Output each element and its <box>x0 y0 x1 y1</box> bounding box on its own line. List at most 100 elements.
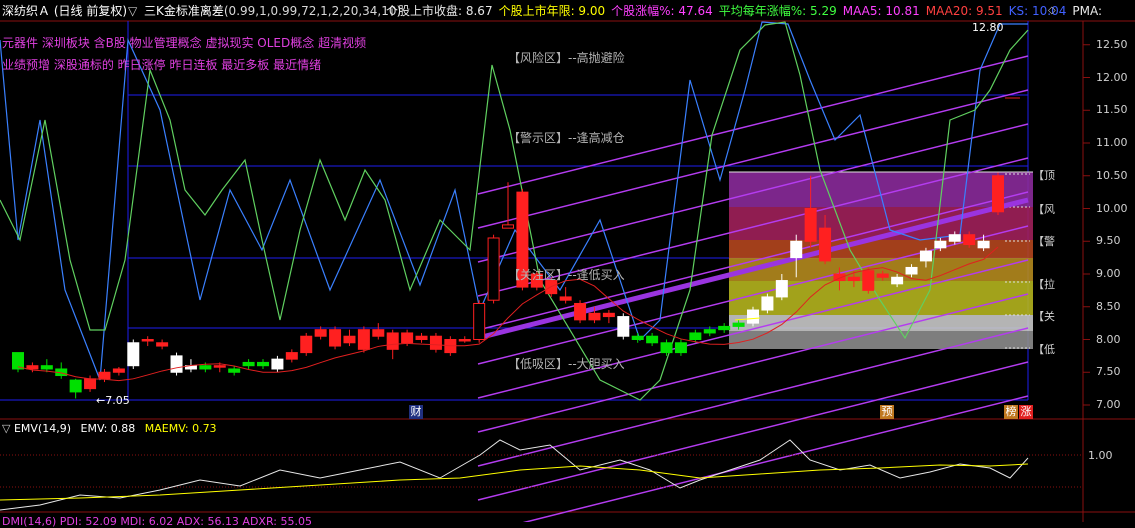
indicator-dropdown-icon[interactable]: ▽ <box>128 3 137 19</box>
maemv-line <box>0 463 1029 501</box>
zone-band <box>729 281 1033 315</box>
candle-body <box>660 342 673 354</box>
y-tick-label: 10.00 <box>1096 201 1128 215</box>
low-price-value: 7.05 <box>105 394 130 407</box>
indicator-header: 三K金标准离差(0.99,1,0.99,72,1,2,20,34,10) <box>144 3 401 19</box>
candle-body <box>790 240 803 259</box>
candle-body <box>631 335 644 341</box>
candle-body <box>588 312 601 321</box>
candle-body <box>559 296 572 301</box>
maemv-value: MAEMV: 0.73 <box>144 422 217 435</box>
right-label-top: 【顶 <box>1033 169 1055 182</box>
candle-body <box>732 322 745 327</box>
y-tick-label: 11.00 <box>1096 136 1128 149</box>
candle-body <box>271 358 284 370</box>
ranking-marker[interactable]: 榜 <box>1004 405 1018 419</box>
candle-body <box>876 273 889 278</box>
header-field: 平均每年涨幅%: 5.29 <box>718 4 837 18</box>
candle-body <box>948 234 961 242</box>
candle-body <box>977 240 990 249</box>
candle-body <box>862 270 875 291</box>
emv-value: EMV: 0.88 <box>80 422 136 435</box>
candle-body <box>343 335 356 344</box>
candle-body <box>257 361 269 367</box>
zone-band <box>729 331 1033 349</box>
zone-label-watch: 【关注区】--逢低买入 <box>508 268 625 282</box>
y-tick-label: 7.50 <box>1096 365 1121 379</box>
candle-body <box>415 335 428 341</box>
stock-name: 深纺织Ａ <box>2 4 51 18</box>
candle-body <box>747 309 759 324</box>
concept-tags-line2: 业绩预增 深股通标的 昨日涨停 昨日连板 最近多板 最近情绪 <box>2 58 322 72</box>
candle-body <box>617 316 630 337</box>
candle-body <box>429 335 442 350</box>
candle-body <box>127 342 140 367</box>
candle-body <box>199 365 212 370</box>
candle-body <box>156 342 169 347</box>
header-field: MAA20: 9.51 <box>925 4 1003 18</box>
candle-body <box>718 325 731 331</box>
candle-body <box>487 237 500 301</box>
stock-title[interactable]: 深纺织Ａ (日线 前复权) <box>2 3 127 19</box>
header-field: 个股涨幅%: 47.64 <box>611 4 713 18</box>
candle-body <box>674 342 687 354</box>
right-label-low: 【低 <box>1033 343 1055 356</box>
right-label-warn: 【警 <box>1033 235 1055 248</box>
y-tick-label: 9.50 <box>1096 234 1121 248</box>
header-field: KS: 10.04 <box>1008 4 1067 18</box>
zone-label-risk: 【风险区】--高抛避险 <box>508 51 625 65</box>
candle-body <box>386 332 399 350</box>
finance-marker[interactable]: 财 <box>409 405 423 419</box>
candle-body <box>473 302 486 341</box>
candle-body <box>69 379 82 393</box>
header-field: MAA5: 10.81 <box>842 4 920 18</box>
emv-line <box>0 439 1029 511</box>
candle-body <box>141 339 154 342</box>
candle-body <box>314 329 327 337</box>
header-field: PMA: <box>1072 4 1103 18</box>
arrow-left-icon: ← <box>96 394 106 407</box>
candle-body <box>84 378 97 390</box>
candle-body <box>372 329 385 337</box>
header-field: 个股上市收盘: 8.67 <box>386 4 493 18</box>
candle-body <box>919 250 932 262</box>
candle-body <box>357 329 370 350</box>
candle-body <box>329 329 342 347</box>
low-price-label: ←7.05 <box>96 394 130 407</box>
forecast-marker[interactable]: 预 <box>880 405 894 419</box>
candle-body <box>12 352 24 370</box>
y-tick-label: 12.50 <box>1096 37 1128 51</box>
candle-body <box>502 224 514 229</box>
y-tick-label: 9.00 <box>1096 267 1121 280</box>
limit-up-marker[interactable]: 涨 <box>1019 405 1033 419</box>
channel-line <box>522 395 1029 522</box>
emv-dropdown-icon[interactable]: ▽ <box>2 422 10 435</box>
candle-body <box>300 335 313 354</box>
y-tick-label: 8.00 <box>1096 332 1121 346</box>
candle-body <box>847 276 860 282</box>
period-label: (日线 前复权) <box>53 4 128 18</box>
high-price-label: 12.80 <box>972 21 1004 34</box>
emv-level-label: 1.00 <box>1088 449 1113 462</box>
candle-body <box>228 368 241 373</box>
candle-body <box>98 371 111 380</box>
candle-body <box>934 240 947 249</box>
emv-header: ▽ EMV(14,9) EMV: 0.88 MAEMV: 0.73 <box>2 422 217 435</box>
candle-body <box>213 365 226 368</box>
candle-body <box>761 296 774 311</box>
right-label-risk: 【风 <box>1033 203 1055 216</box>
right-label-pull: 【拉 <box>1033 278 1055 291</box>
zone-label-buy: 【低吸区】--大胆买入 <box>508 357 625 371</box>
header-field: 个股上市年限: 9.00 <box>498 4 606 18</box>
diamond-icon: ◇ <box>1048 5 1056 16</box>
candle-body <box>819 227 832 262</box>
candle-body <box>574 302 587 321</box>
candle-body <box>458 339 471 342</box>
candle-body <box>40 365 53 370</box>
emv-title: EMV(14,9) <box>13 422 72 435</box>
channel-line <box>477 361 1029 501</box>
y-tick-label: 7.00 <box>1096 398 1121 411</box>
candle-body <box>285 352 298 360</box>
candle-body <box>242 361 255 367</box>
y-tick-label: 11.50 <box>1096 103 1128 117</box>
